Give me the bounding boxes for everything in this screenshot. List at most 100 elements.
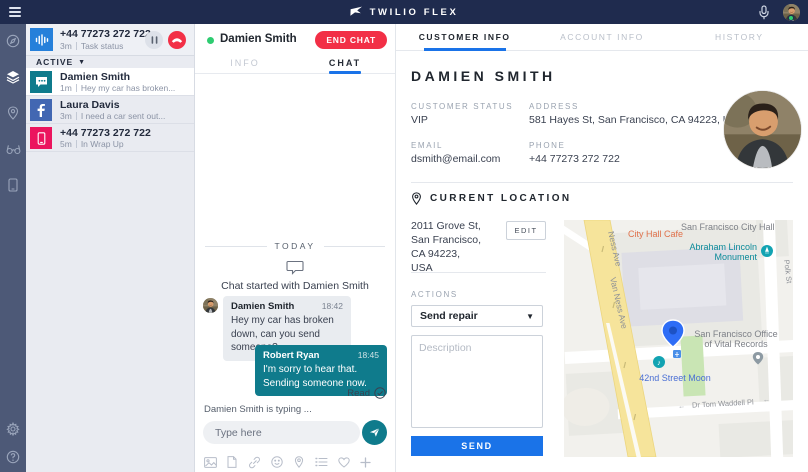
send-action-button[interactable]: SEND [411,436,543,456]
tab-customer-info[interactable]: CUSTOMER INFO [396,24,533,50]
task-item-wrapup-call[interactable]: +44 77273 272 722 5m In Wrap Up [26,124,194,152]
help-icon[interactable] [0,446,26,468]
message-input[interactable] [203,421,360,444]
customer-panel: CUSTOMER INFO ACCOUNT INFO HISTORY DAMIE… [395,24,808,472]
chat-started-message: Chat started with Damien Smith [195,280,395,292]
tab-chat[interactable]: CHAT [295,56,395,73]
plus-icon[interactable] [359,455,373,469]
task-layers-icon[interactable] [0,66,26,88]
end-chat-button[interactable]: END CHAT [315,31,387,49]
file-icon[interactable] [225,455,239,469]
message-time: 18:42 [322,301,343,311]
monument-poi-icon [761,245,773,257]
task-preview: Hey my car has broken... [81,83,175,93]
brand-title: TWILIO FLEX [370,7,459,18]
customer-name-heading: DAMIEN SMITH [411,68,556,84]
settings-gear-icon[interactable] [0,418,26,440]
location-pin-icon[interactable] [0,102,26,124]
section-divider [411,272,546,273]
active-section-header[interactable]: ACTIVE ▼ [26,56,194,68]
hamburger-menu-icon[interactable] [9,7,21,17]
task-phone-number: +44 77273 272 722 [60,28,151,40]
location-map[interactable]: San Francisco City Hall City Hall Cafe A… [564,220,793,457]
mobile-phone-channel-icon [30,127,52,149]
street-arrow: ← [763,397,770,404]
map-label-monument-2: Monument [714,252,757,262]
email-value: dsmith@email.com [411,153,500,165]
attachment-link-icon[interactable] [248,455,262,469]
task-preview: I need a car sent out... [81,111,166,121]
tablet-icon[interactable] [0,174,26,196]
phone-label: PHONE [529,141,565,150]
customer-photo [724,91,801,168]
svg-text:♪: ♪ [657,358,661,367]
task-item-damien-smith[interactable]: Damien Smith 1m Hey my car has broken... [26,68,194,96]
task-name: +44 77273 272 722 [60,127,151,139]
task-time: 1m [60,83,72,93]
chat-panel: Damien Smith END CHAT INFO CHAT TODAY Ch… [195,24,395,472]
selected-action: Send repair [420,310,478,322]
glasses-icon[interactable] [0,138,26,160]
customer-tabs: CUSTOMER INFO ACCOUNT INFO HISTORY [396,24,808,51]
typing-indicator: Damien Smith is typing ... [204,404,312,415]
location-pin-icon[interactable] [292,455,306,469]
heart-icon[interactable] [337,455,351,469]
map-label-street-moon: 42nd Street Moon [639,373,711,383]
theater-music-poi-icon: ♪ [653,356,665,368]
chat-tabs: INFO CHAT [195,56,395,74]
hold-pause-button[interactable] [145,31,163,49]
paper-plane-icon [368,426,381,439]
end-call-button[interactable] [168,31,186,49]
compass-icon[interactable] [0,30,26,52]
tab-account-info[interactable]: ACCOUNT INFO [533,24,670,50]
description-textarea[interactable] [411,335,543,428]
current-location-address: 2011 Grove St, San Francisco, CA 94223, … [411,220,481,276]
map-label-vital-records-2: of Vital Records [704,339,768,349]
edit-location-button[interactable]: EDIT [506,221,546,240]
active-call-task-header[interactable]: +44 77273 272 722 3m Task status [26,24,194,56]
read-check-icon [374,387,386,399]
chat-message-area: TODAY Chat started with Damien Smith Dam… [195,74,395,472]
navigation-rail [0,24,26,472]
section-divider [411,182,793,183]
task-name: Damien Smith [60,71,130,83]
active-section-label: ACTIVE [36,57,73,67]
agent-status-dot [788,15,794,21]
task-name: Laura Davis [60,99,120,111]
map-label-city-hall-cafe: City Hall Cafe [628,229,683,239]
chevron-down-icon: ▼ [78,59,86,66]
list-icon[interactable] [314,455,328,469]
task-status-label: Task status [81,41,124,51]
image-icon[interactable] [203,455,217,469]
online-status-dot [207,37,214,44]
twilio-flex-app: TWILIO FLEX [0,0,808,472]
task-list-panel: +44 77273 272 722 3m Task status ACTIVE … [26,24,195,472]
chat-customer-name: Damien Smith [220,33,297,45]
brand: TWILIO FLEX [350,0,459,24]
street-arrow: ← [678,403,685,410]
action-select-dropdown[interactable]: Send repair ▼ [411,305,543,327]
chat-channel-icon [30,71,52,93]
customer-status-label: CUSTOMER STATUS [411,102,513,111]
tab-history[interactable]: HISTORY [671,24,808,50]
message-time: 18:45 [358,350,379,360]
twilio-flex-logo-icon [350,6,363,18]
customer-status-value: VIP [411,114,428,126]
chat-bubble-icon [195,260,395,275]
microphone-icon[interactable] [757,5,771,20]
divider [76,140,77,148]
map-label-monument: Abraham Lincoln [689,242,757,252]
emoji-icon[interactable] [270,455,284,469]
chevron-down-icon: ▼ [526,312,534,321]
task-time: 3m [60,111,72,121]
tab-info[interactable]: INFO [195,56,295,73]
task-timer: 3m [60,41,72,51]
chat-toolbar [203,455,373,469]
task-item-laura-davis[interactable]: Laura Davis 3m I need a car sent out... [26,96,194,124]
read-receipt: Read [347,387,386,399]
facebook-channel-icon [30,99,52,121]
send-message-button[interactable] [362,420,387,445]
map-label-vital-records: San Francisco Office [694,329,777,339]
phone-value: +44 77273 272 722 [529,153,620,165]
map-park [680,335,705,396]
